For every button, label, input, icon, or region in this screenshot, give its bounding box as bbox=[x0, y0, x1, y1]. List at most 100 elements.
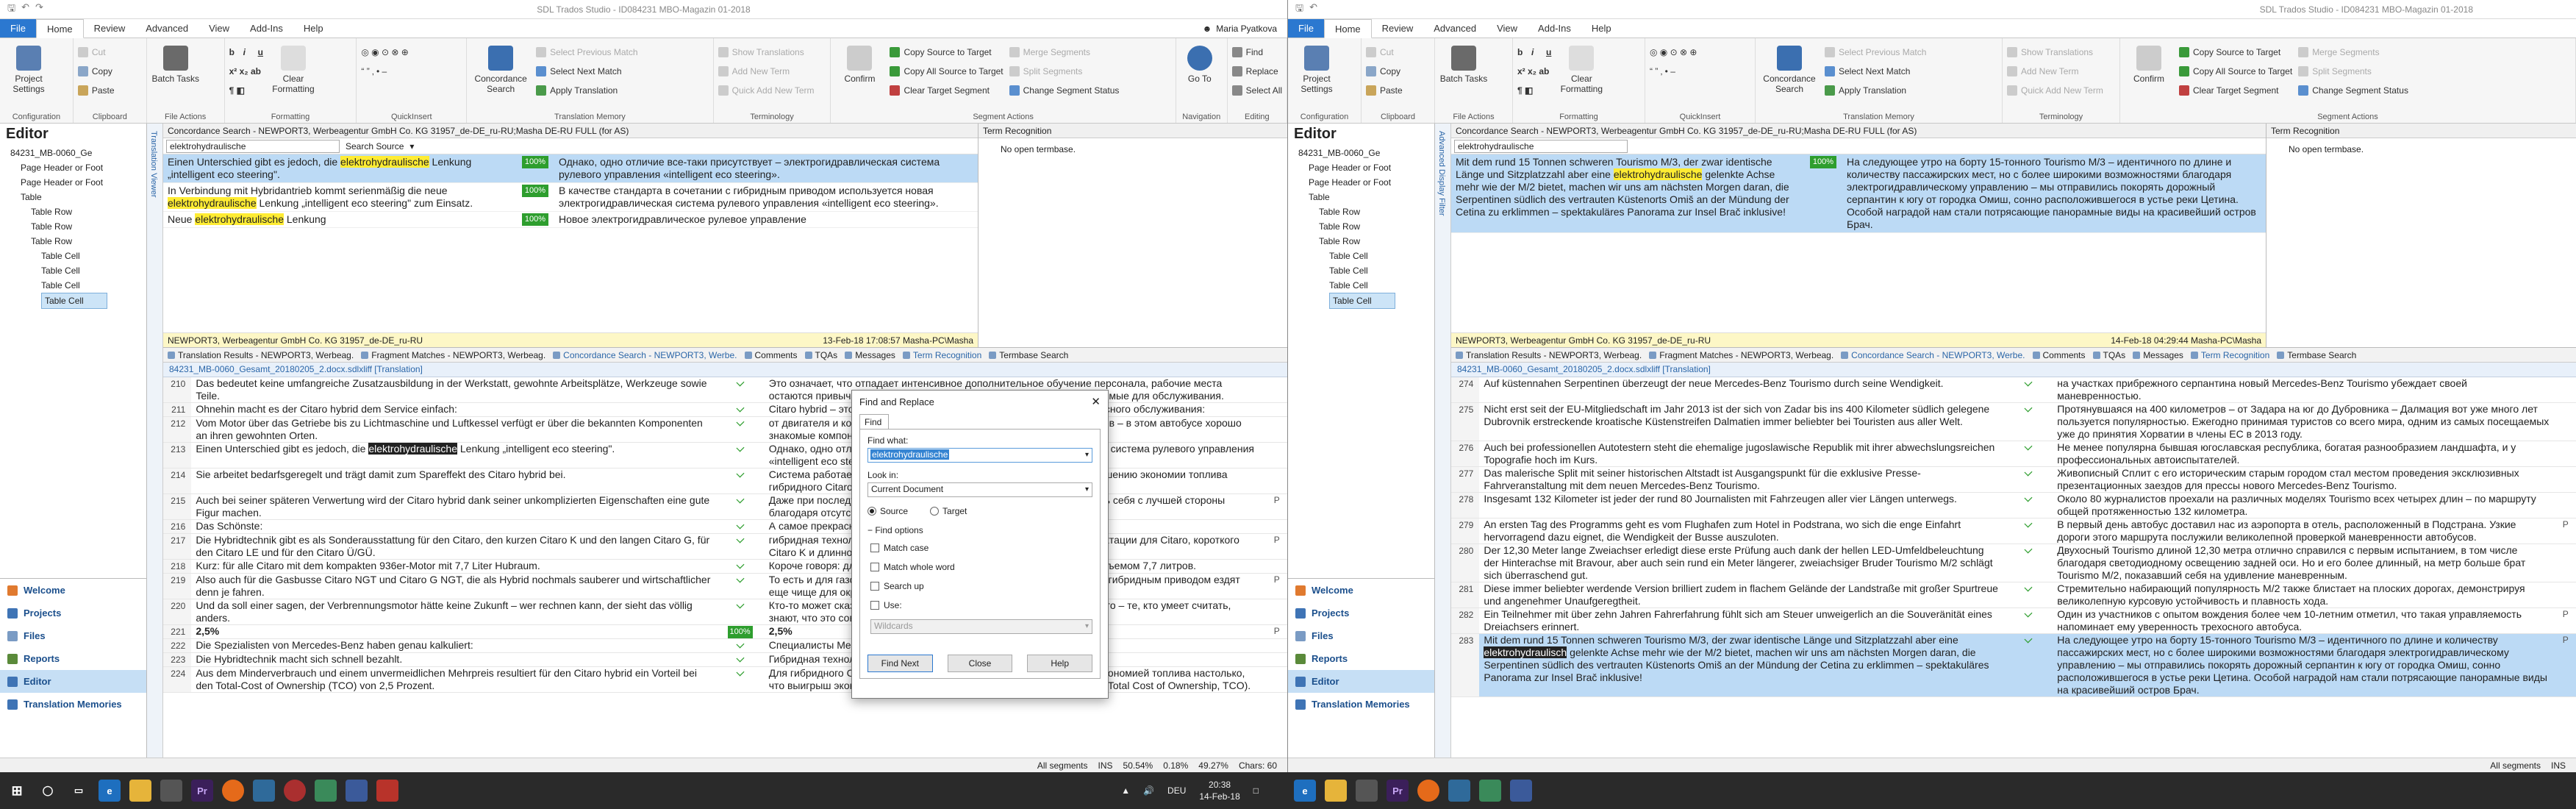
concordance-row[interactable]: Einen Unterschied gibt es jedoch, die el… bbox=[163, 154, 978, 183]
task-view-icon[interactable]: ▭ bbox=[68, 780, 90, 802]
tree-item[interactable]: 84231_MB-0060_Ge bbox=[10, 146, 146, 160]
prev-match-button[interactable]: Select Previous Match bbox=[1825, 44, 1926, 60]
find-options-toggle[interactable]: − Find options bbox=[867, 525, 1092, 535]
copy-source-button[interactable]: Copy Source to Target bbox=[890, 44, 1003, 60]
chevron-down-icon[interactable]: ▾ bbox=[409, 141, 414, 152]
split-segments-button[interactable]: Split Segments bbox=[1009, 63, 1120, 79]
segment-target[interactable]: Живописный Сплит с его историческим стар… bbox=[2053, 467, 2555, 492]
trados-icon[interactable] bbox=[315, 780, 337, 802]
segment-row[interactable]: 280 Der 12,30 Meter lange Zweiachser erle… bbox=[1451, 544, 2576, 582]
tree-item[interactable]: Table Cell bbox=[41, 293, 107, 309]
store-icon[interactable] bbox=[160, 780, 182, 802]
edge-icon[interactable]: e bbox=[99, 780, 121, 802]
quickinsert-icons[interactable]: ◎ ◉ ⊙ ⊗ ⊕ bbox=[361, 44, 408, 60]
project-settings-button[interactable]: Project Settings bbox=[1292, 41, 1341, 94]
view-translation-memories[interactable]: Translation Memories bbox=[0, 693, 146, 716]
view-files[interactable]: Files bbox=[1288, 624, 1434, 647]
tree-item[interactable]: Table Cell bbox=[10, 249, 146, 263]
tree-item[interactable]: Table Cell bbox=[1298, 278, 1434, 293]
merge-segments-button[interactable]: Merge Segments bbox=[2298, 44, 2408, 60]
segment-target[interactable]: Около 80 журналистов проехали на различн… bbox=[2053, 493, 2555, 518]
segment-target[interactable]: На следующее утро на борту 15-тонного To… bbox=[2053, 634, 2555, 696]
view-translation-memories[interactable]: Translation Memories bbox=[1288, 693, 1434, 716]
tree-item[interactable]: Page Header or Foot bbox=[1298, 160, 1434, 175]
segment-row[interactable]: 274 Auf küstennahen Serpentinen überzeugt… bbox=[1451, 377, 2576, 403]
tree-item[interactable]: Table Row bbox=[1298, 219, 1434, 234]
menu-help[interactable]: Help bbox=[1581, 19, 1622, 38]
trados-icon[interactable] bbox=[1479, 780, 1501, 802]
next-match-button[interactable]: Select Next Match bbox=[536, 63, 637, 79]
merge-segments-button[interactable]: Merge Segments bbox=[1009, 44, 1120, 60]
tree-item[interactable]: Table Cell bbox=[1329, 293, 1395, 309]
concordance-row[interactable]: Neue elektrohydraulische Lenkung 100% Ново… bbox=[163, 212, 978, 228]
apply-translation-button[interactable]: Apply Translation bbox=[1825, 82, 1926, 98]
tree-item[interactable]: Table bbox=[10, 190, 146, 204]
edge-icon[interactable]: e bbox=[1294, 780, 1316, 802]
quick-add-term-button[interactable]: Quick Add New Term bbox=[2007, 82, 2103, 98]
concordance-search-input[interactable]: elektrohydraulische bbox=[166, 139, 340, 153]
results-tab[interactable]: Comments bbox=[744, 350, 798, 360]
segment-row[interactable]: 279 An ersten Tag des Programms geht es v… bbox=[1451, 518, 2576, 544]
segment-target[interactable]: Протянувшаяся на 400 километров – от Зад… bbox=[2053, 403, 2555, 441]
segment-row[interactable]: 278 Insgesamt 132 Kilometer ist jeder der… bbox=[1451, 493, 2576, 518]
results-tab[interactable]: Translation Results - NEWPORT3, Werbeag. bbox=[168, 350, 354, 360]
batch-tasks-button[interactable]: Batch Tasks bbox=[1439, 41, 1488, 84]
change-status-button[interactable]: Change Segment Status bbox=[1009, 82, 1119, 98]
results-tab[interactable]: TQAs bbox=[804, 350, 837, 360]
undo-icon[interactable]: ↶ bbox=[1309, 1, 1317, 18]
view-editor[interactable]: Editor bbox=[0, 670, 146, 693]
segment-target[interactable]: Двухосный Tourismo длиной 12,30 метра от… bbox=[2053, 544, 2555, 582]
menu-view[interactable]: View bbox=[1486, 19, 1528, 38]
tree-item[interactable]: 84231_MB-0060_Ge bbox=[1298, 146, 1434, 160]
segment-row[interactable]: 219 Also auch für die Gasbusse Citaro NGT… bbox=[163, 574, 1287, 599]
document-tab[interactable]: 84231_MB-0060_Gesamt_20180205_2.docx.sdl… bbox=[1451, 363, 2576, 377]
app2-icon[interactable] bbox=[1510, 780, 1532, 802]
cut-button[interactable]: Cut bbox=[1366, 44, 1403, 60]
project-settings-button[interactable]: Project Settings bbox=[4, 41, 53, 94]
segment-target[interactable]: на участках прибрежного серпантина новый… bbox=[2053, 377, 2555, 402]
view-welcome[interactable]: Welcome bbox=[1288, 579, 1434, 602]
save-icon[interactable]: 🖫 bbox=[1295, 1, 1303, 18]
translation-viewer-bar[interactable]: Translation Viewer bbox=[147, 124, 163, 772]
next-match-button[interactable]: Select Next Match bbox=[1825, 63, 1926, 79]
menu-review[interactable]: Review bbox=[84, 19, 136, 38]
concordance-search-input[interactable]: elektrohydraulische bbox=[1454, 139, 1628, 153]
menu-review[interactable]: Review bbox=[1372, 19, 1424, 38]
segment-target[interactable]: Стремительно набирающий популярность M/2… bbox=[2053, 582, 2555, 607]
tree-item[interactable]: Table Row bbox=[10, 219, 146, 234]
results-tab[interactable]: Fragment Matches - NEWPORT3, Werbeag. bbox=[1649, 350, 1833, 360]
tree-item[interactable]: Page Header or Foot bbox=[1298, 175, 1434, 190]
explorer-icon[interactable] bbox=[129, 780, 151, 802]
segment-row[interactable]: 215 Auch bei seiner späteren Verwertung w… bbox=[163, 494, 1287, 520]
tree-item[interactable]: Table Row bbox=[10, 234, 146, 249]
app2-icon[interactable] bbox=[346, 780, 368, 802]
tree-item[interactable]: Table bbox=[1298, 190, 1434, 204]
results-tab[interactable]: Termbase Search bbox=[2277, 350, 2356, 360]
tree-item[interactable]: Table Cell bbox=[1298, 263, 1434, 278]
format-icons[interactable]: x² x₂ ab bbox=[229, 63, 263, 79]
tree-item[interactable]: Table Row bbox=[10, 204, 146, 219]
segment-row[interactable]: 275 Nicht erst seit der EU-Mitgliedschaft… bbox=[1451, 403, 2576, 441]
network-icon[interactable]: ▲ bbox=[1121, 785, 1130, 796]
close-icon[interactable]: ✕ bbox=[1091, 395, 1101, 408]
segment-row[interactable]: 216 Das Schönste: А самое прекрасное: bbox=[163, 520, 1287, 534]
view-reports[interactable]: Reports bbox=[1288, 647, 1434, 670]
show-translations-button[interactable]: Show Translations bbox=[718, 44, 815, 60]
paste-button[interactable]: Paste bbox=[77, 82, 115, 98]
view-editor[interactable]: Editor bbox=[1288, 670, 1434, 693]
match-whole-word-checkbox[interactable]: Match whole word bbox=[870, 562, 1092, 572]
explorer-icon[interactable] bbox=[1325, 780, 1347, 802]
show-translations-button[interactable]: Show Translations bbox=[2007, 44, 2103, 60]
advanced-display-filter-bar[interactable]: Advanced Display Filter bbox=[1435, 124, 1451, 772]
confirm-button[interactable]: Confirm bbox=[835, 41, 884, 84]
segment-target[interactable]: Один из участников с опытом вождения бол… bbox=[2053, 608, 2555, 633]
firefox-icon[interactable] bbox=[222, 780, 244, 802]
segment-row[interactable]: 221 2,5% 100% 2,5% P bbox=[163, 625, 1287, 639]
view-reports[interactable]: Reports bbox=[0, 647, 146, 670]
source-radio[interactable]: Source bbox=[867, 506, 908, 516]
copy-button[interactable]: Copy bbox=[1366, 63, 1403, 79]
search-icon[interactable]: ◯ bbox=[37, 780, 59, 802]
target-radio[interactable]: Target bbox=[930, 506, 967, 516]
clear-target-button[interactable]: Clear Target Segment bbox=[2179, 82, 2292, 98]
results-tab[interactable]: Fragment Matches - NEWPORT3, Werbeag. bbox=[361, 350, 545, 360]
